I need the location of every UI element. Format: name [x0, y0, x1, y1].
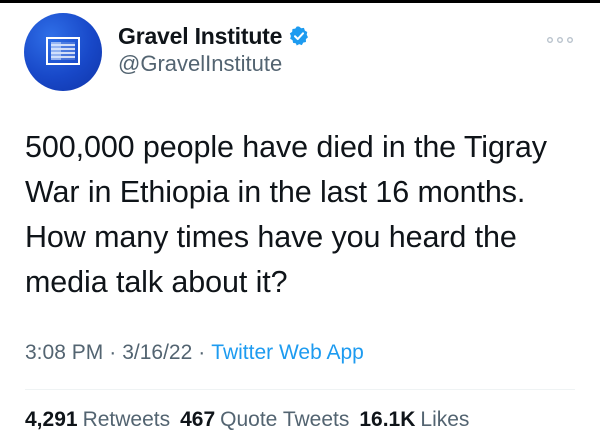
- tweet-meta: 3:08 PM · 3/16/22 · Twitter Web App: [25, 341, 364, 365]
- meta-separator: ·: [198, 341, 206, 364]
- avatar[interactable]: [24, 13, 102, 91]
- tweet-date[interactable]: 3/16/22: [122, 341, 192, 365]
- retweets-label: Retweets: [82, 408, 171, 431]
- account-handle[interactable]: @GravelInstitute: [118, 51, 282, 77]
- tweet-text: 500,000 people have died in the Tigray W…: [25, 130, 547, 299]
- likes-label: Likes: [420, 408, 470, 431]
- divider: [25, 389, 575, 390]
- quote-tweets-count: 467: [180, 408, 216, 431]
- likes-stat[interactable]: 16.1K Likes: [359, 408, 469, 432]
- more-options-icon[interactable]: [543, 33, 577, 47]
- likes-count: 16.1K: [359, 408, 416, 431]
- tweet-source[interactable]: Twitter Web App: [211, 341, 364, 365]
- gravel-institute-logo-icon: [46, 37, 80, 65]
- tweet-card: Gravel Institute @GravelInstitute 500,00…: [0, 3, 600, 443]
- retweets-stat[interactable]: 4,291 Retweets: [25, 408, 170, 432]
- retweets-count: 4,291: [25, 408, 78, 431]
- quote-tweets-label: Quote Tweets: [220, 408, 350, 431]
- tweet-time[interactable]: 3:08 PM: [25, 341, 103, 365]
- verified-badge-icon: [290, 26, 309, 46]
- meta-separator: ·: [109, 341, 117, 364]
- quote-tweets-stat[interactable]: 467 Quote Tweets: [180, 408, 349, 432]
- display-name[interactable]: Gravel Institute: [118, 23, 282, 50]
- name-row: Gravel Institute: [118, 21, 310, 51]
- tweet-stats: 4,291 Retweets 467 Quote Tweets 16.1K Li…: [25, 408, 479, 432]
